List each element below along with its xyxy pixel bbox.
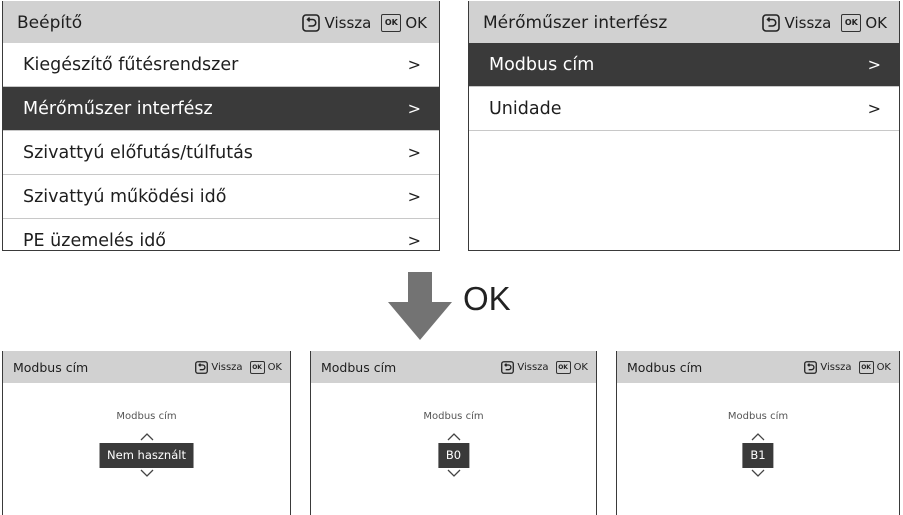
back-button[interactable]: Vissza	[804, 361, 852, 374]
chevron-up-icon[interactable]	[140, 433, 154, 441]
chevron-right-icon: >	[867, 99, 881, 118]
chevron-right-icon: >	[407, 187, 421, 206]
back-icon	[195, 361, 209, 374]
value-display[interactable]: B1	[742, 443, 774, 468]
back-label: Vissza	[324, 13, 372, 32]
ok-label[interactable]: OK	[268, 362, 282, 373]
menu-item-label: PE üzemelés idő	[23, 230, 167, 251]
panel-header: Beépítő Vissza OK OK	[3, 1, 439, 43]
menu-item-label: Unidade	[489, 98, 562, 119]
chevron-right-icon: >	[407, 231, 421, 250]
value-selector: Modbus cím B1	[617, 383, 899, 513]
modbus-panel-b1: Modbus cím Vissza OK OK Modbus cím B1	[616, 351, 900, 515]
back-icon	[301, 13, 320, 32]
menu-item-label: Mérőműszer interfész	[23, 98, 213, 119]
back-button[interactable]: Vissza	[195, 361, 243, 374]
back-label: Vissza	[211, 362, 243, 373]
chevron-up-icon[interactable]	[751, 433, 765, 441]
back-icon	[761, 13, 780, 32]
ok-icon[interactable]: OK	[555, 361, 571, 374]
chevron-down-icon[interactable]	[751, 469, 765, 477]
back-label: Vissza	[784, 13, 832, 32]
builder-menu-panel: Beépítő Vissza OK OK Kiegészítő fűtésren…	[2, 1, 440, 251]
back-button[interactable]: Vissza	[501, 361, 549, 374]
back-icon	[501, 361, 515, 374]
menu-item-unit[interactable]: Unidade >	[469, 87, 899, 131]
back-icon	[804, 361, 818, 374]
ok-icon[interactable]: OK	[858, 361, 874, 374]
ok-icon[interactable]: OK	[841, 13, 862, 32]
chevron-up-icon[interactable]	[447, 433, 461, 441]
down-arrow-icon	[388, 272, 452, 340]
ok-icon[interactable]: OK	[249, 361, 265, 374]
ok-label[interactable]: OK	[877, 362, 891, 373]
chevron-right-icon: >	[407, 143, 421, 162]
back-button[interactable]: Vissza	[301, 13, 372, 32]
panel-header: Modbus cím Vissza OK OK	[311, 351, 596, 383]
back-label: Vissza	[517, 362, 549, 373]
menu-item-label: Kiegészítő fűtésrendszer	[23, 54, 239, 75]
chevron-right-icon: >	[407, 99, 421, 118]
back-button[interactable]: Vissza	[761, 13, 832, 32]
panel-title: Mérőműszer interfész	[483, 12, 668, 33]
modbus-panel-b0: Modbus cím Vissza OK OK Modbus cím B0	[310, 351, 597, 515]
menu-item-pump-runtime[interactable]: Szivattyú működési idő >	[3, 175, 439, 219]
menu-item-meter-interface[interactable]: Mérőműszer interfész >	[3, 87, 439, 131]
panel-header: Mérőműszer interfész Vissza OK OK	[469, 1, 899, 43]
menu-item-modbus-address[interactable]: Modbus cím >	[469, 43, 899, 87]
panel-title: Modbus cím	[627, 360, 703, 375]
value-selector: Modbus cím B0	[311, 383, 596, 513]
panel-header: Modbus cím Vissza OK OK	[3, 351, 290, 383]
meter-interface-panel: Mérőműszer interfész Vissza OK OK Modbus…	[468, 1, 900, 251]
menu-item-pump-prerun[interactable]: Szivattyú előfutás/túlfutás >	[3, 131, 439, 175]
value-display[interactable]: Nem használt	[99, 443, 194, 468]
value-display[interactable]: B0	[437, 443, 470, 468]
chevron-down-icon[interactable]	[140, 469, 154, 477]
panel-header: Modbus cím Vissza OK OK	[617, 351, 899, 383]
panel-title: Modbus cím	[321, 360, 397, 375]
modbus-panel-unused: Modbus cím Vissza OK OK Modbus cím Nem h…	[2, 351, 291, 515]
menu-item-label: Modbus cím	[489, 54, 595, 75]
panel-title: Beépítő	[17, 12, 83, 33]
menu-item-pe-operation[interactable]: PE üzemelés idő >	[3, 219, 439, 251]
field-label: Modbus cím	[423, 411, 484, 422]
menu-item-label: Szivattyú előfutás/túlfutás	[23, 142, 253, 163]
ok-icon[interactable]: OK	[381, 13, 402, 32]
ok-label[interactable]: OK	[574, 362, 588, 373]
menu-item-label: Szivattyú működési idő	[23, 186, 227, 207]
transition-ok-label: OK	[463, 280, 511, 317]
chevron-right-icon: >	[867, 55, 881, 74]
field-label: Modbus cím	[727, 411, 789, 422]
chevron-down-icon[interactable]	[447, 469, 461, 477]
value-selector: Modbus cím Nem használt	[3, 383, 290, 513]
back-label: Vissza	[820, 362, 852, 373]
field-label: Modbus cím	[116, 411, 177, 422]
menu-item-aux-heating[interactable]: Kiegészítő fűtésrendszer >	[3, 43, 439, 87]
chevron-right-icon: >	[407, 55, 421, 74]
ok-label[interactable]: OK	[865, 14, 887, 32]
ok-label[interactable]: OK	[405, 14, 427, 32]
panel-title: Modbus cím	[13, 360, 89, 375]
